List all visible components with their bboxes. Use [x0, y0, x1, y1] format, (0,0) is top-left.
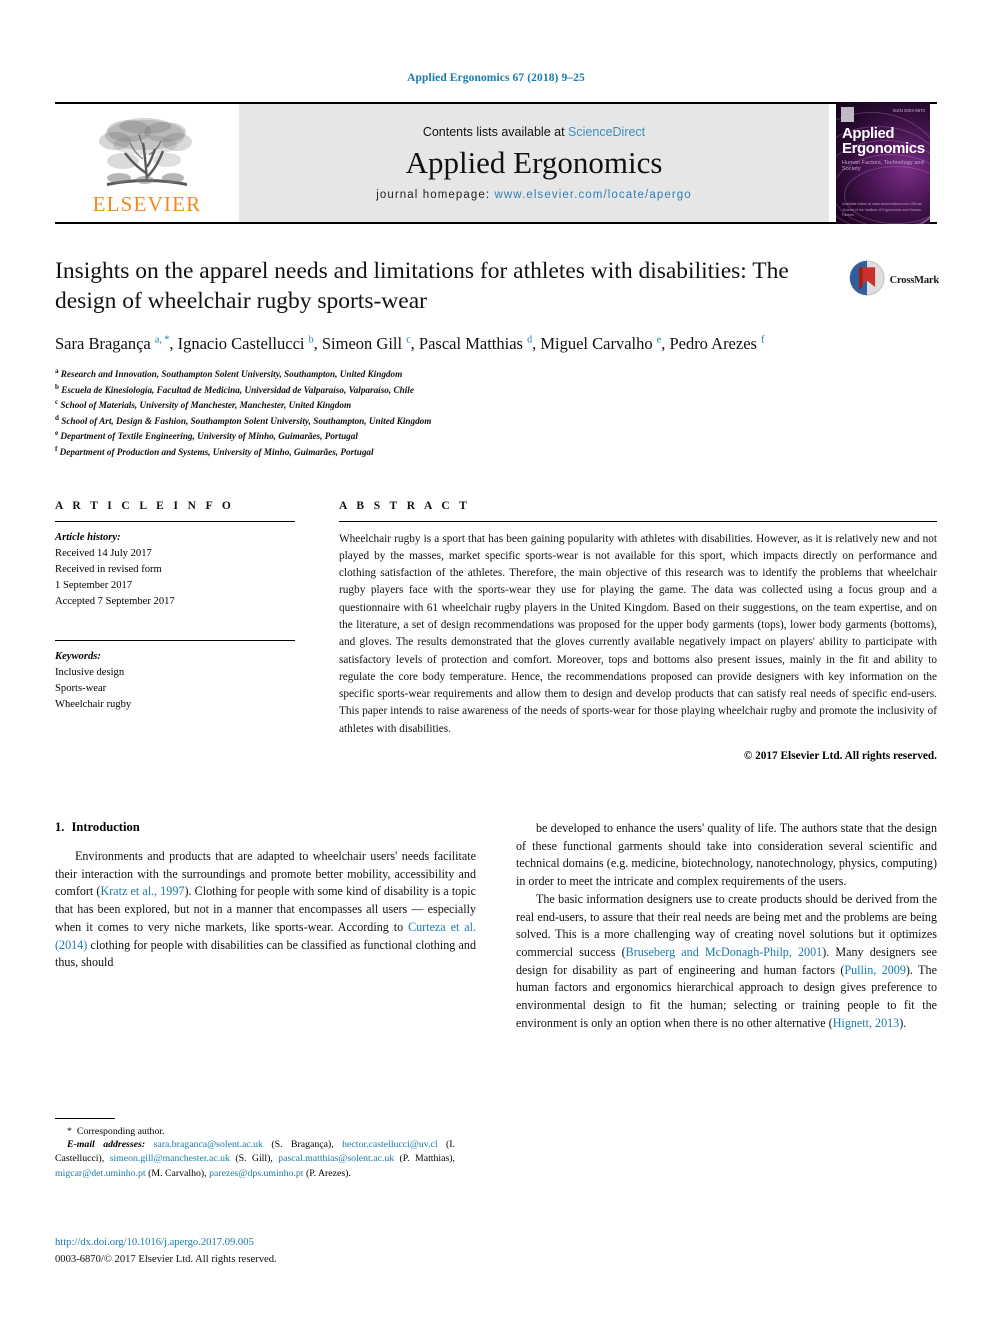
article-history-group: Article history: Received 14 July 2017 R… — [55, 530, 295, 610]
article-info-heading: A R T I C L E I N F O — [55, 499, 235, 512]
affiliation-text: Escuela de Kinesiología, Facultad de Med… — [61, 384, 414, 395]
cover-footer-text: Available online at www.sciencedirect.co… — [842, 202, 922, 217]
journal-masthead: ELSEVIER Contents lists available at Sci… — [55, 102, 937, 224]
intro-paragraph-left: Environments and products that are adapt… — [55, 849, 476, 970]
history-item: Received in revised form — [55, 563, 162, 575]
affiliation-item: e Department of Textile Engineering, Uni… — [55, 428, 937, 444]
affiliation-item: f Department of Production and Systems, … — [55, 444, 937, 460]
affiliation-marker: d — [55, 413, 59, 422]
affiliation-marker: b — [55, 382, 59, 391]
affiliation-marker: e — [55, 429, 59, 438]
journal-homepage-line: journal homepage: www.elsevier.com/locat… — [376, 189, 692, 201]
homepage-prefix-text: journal homepage: — [376, 189, 491, 202]
keywords-label: Keywords: — [55, 651, 101, 663]
keywords-group: Keywords: Inclusive design Sports-wear W… — [55, 649, 295, 713]
cover-title: Applied Ergonomics — [842, 126, 925, 157]
cover-issue-label: ISSN 0003-6870 — [892, 108, 925, 113]
crossmark-icon — [849, 260, 885, 301]
doi-link[interactable]: http://dx.doi.org/10.1016/j.apergo.2017.… — [55, 1237, 254, 1248]
asterisk-icon: * — [67, 1126, 72, 1137]
keywords-rule — [55, 640, 295, 642]
cover-title-line1: Applied — [842, 125, 895, 142]
crossmark-badge[interactable]: CrossMark — [849, 260, 939, 301]
affiliation-text: Research and Innovation, Southampton Sol… — [60, 369, 403, 380]
keyword-item: Inclusive design — [55, 667, 125, 679]
affiliation-text: Department of Production and Systems, Un… — [59, 447, 374, 458]
footnote-rule — [55, 1118, 115, 1119]
cover-subtitle: Human Factors, Technology and Society — [842, 160, 924, 172]
affiliation-text: School of Art, Design & Fashion, Southam… — [61, 415, 432, 426]
history-item: 1 September 2017 — [55, 579, 133, 591]
intro-paragraph-right-1: be developed to enhance the users' quali… — [516, 821, 937, 889]
page-title: Insights on the apparel needs and limita… — [55, 258, 789, 315]
info-abstract-section: A R T I C L E I N F O Article history: R… — [55, 500, 937, 762]
abstract-copyright: © 2017 Elsevier Ltd. All rights reserved… — [743, 750, 937, 763]
contents-lists-line: Contents lists available at ScienceDirec… — [423, 125, 645, 139]
body-column-right: be developed to enhance the users' quali… — [516, 820, 937, 1032]
section-heading-introduction: 1. Introduction — [55, 820, 476, 835]
article-page: Applied Ergonomics 67 (2018) 9–25 ELSEVI… — [0, 0, 992, 1323]
elsevier-wordmark: ELSEVIER — [92, 191, 202, 216]
corresponding-author-note: * Corresponding author. — [55, 1126, 455, 1137]
affiliation-text: Department of Textile Engineering, Unive… — [60, 431, 358, 442]
article-info-rule — [55, 520, 295, 522]
sciencedirect-link[interactable]: ScienceDirect — [568, 125, 645, 139]
history-item: Received 14 July 2017 — [55, 547, 152, 559]
affiliation-item: d School of Art, Design & Fashion, South… — [55, 413, 937, 429]
contents-prefix-text: Contents lists available at — [422, 124, 565, 139]
email-label: E-mail addresses: — [67, 1139, 146, 1150]
affiliation-list: a Research and Innovation, Southampton S… — [55, 366, 937, 460]
elsevier-tree-logo — [93, 115, 201, 193]
keyword-item: Wheelchair rugby — [55, 699, 132, 711]
journal-homepage-link[interactable]: www.elsevier.com/locate/apergo — [494, 189, 691, 201]
affiliation-marker: a — [55, 367, 59, 376]
cover-title-line2: Ergonomics — [842, 140, 925, 158]
crossmark-label: CrossMark — [889, 275, 940, 286]
affiliation-item: b Escuela de Kinesiología, Facultad de M… — [55, 382, 937, 398]
journal-cover-block: ISSN 0003-6870 Applied Ergonomics Human … — [829, 102, 937, 224]
keyword-item: Sports-wear — [55, 683, 107, 695]
article-info-column: A R T I C L E I N F O Article history: R… — [55, 500, 295, 762]
email-addresses-note: E-mail addresses: sara.braganca@solent.a… — [55, 1138, 455, 1181]
affiliation-marker: c — [55, 398, 59, 407]
affiliation-item: a Research and Innovation, Southampton S… — [55, 366, 937, 382]
body-columns: 1. Introduction Environments and products… — [55, 820, 937, 1032]
intro-paragraph-right-2: The basic information designers use to c… — [516, 891, 937, 1030]
affiliation-marker: f — [55, 445, 58, 454]
title-block: CrossMark Insights on the apparel needs … — [55, 256, 939, 460]
journal-cover-image: ISSN 0003-6870 Applied Ergonomics Human … — [836, 102, 930, 224]
author-list: Sara Bragança a, *, Ignacio Castellucci … — [55, 334, 765, 354]
journal-contents-block: Contents lists available at ScienceDirec… — [239, 104, 829, 222]
cover-publisher-badge — [841, 107, 854, 122]
elsevier-logo-block: ELSEVIER — [55, 104, 239, 222]
abstract-rule — [339, 520, 937, 522]
journal-title: Applied Ergonomics — [405, 144, 663, 180]
article-history-label: Article history: — [55, 531, 121, 543]
corresponding-author-text: Corresponding author. — [76, 1126, 165, 1137]
running-head: Applied Ergonomics 67 (2018) 9–25 — [407, 72, 585, 84]
affiliation-text: School of Materials, University of Manch… — [60, 400, 352, 411]
abstract-text: Wheelchair rugby is a sport that has bee… — [339, 532, 937, 735]
section-title: Introduction — [71, 820, 140, 835]
footnote-block: * Corresponding author. E-mail addresses:… — [55, 1118, 455, 1181]
section-number: 1. — [55, 820, 65, 835]
history-item: Accepted 7 September 2017 — [55, 596, 175, 608]
issn-copyright-line: 0003-6870/© 2017 Elsevier Ltd. All right… — [55, 1254, 277, 1265]
abstract-column: A B S T R A C T Wheelchair rugby is a sp… — [339, 500, 937, 762]
abstract-heading: A B S T R A C T — [339, 499, 471, 512]
affiliation-item: c School of Materials, University of Man… — [55, 397, 937, 413]
body-column-left: 1. Introduction Environments and products… — [55, 820, 476, 1032]
